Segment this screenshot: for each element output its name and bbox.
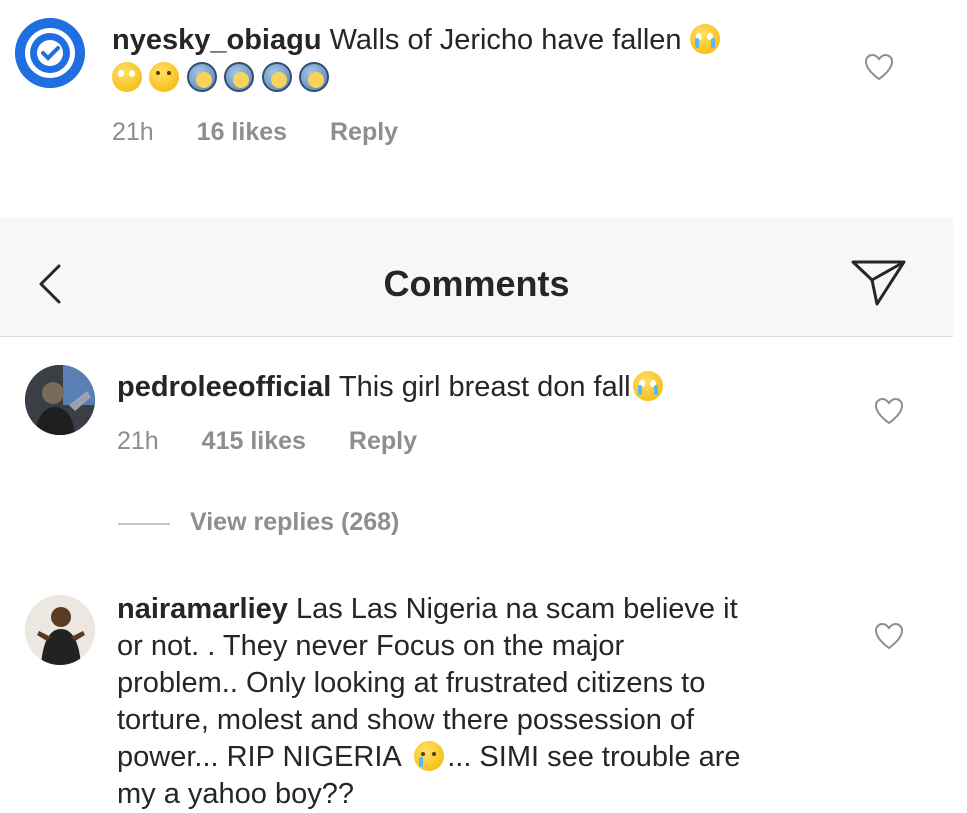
verified-badge-icon <box>15 18 85 88</box>
comment-time: 21h <box>112 118 154 146</box>
person-bowing-emoji-icon <box>299 62 330 92</box>
reply-button[interactable]: Reply <box>330 118 398 146</box>
comment-text-line: problem.. Only looking at frustrated cit… <box>117 667 706 699</box>
comment-body: pedroleeofficial This girl breast don fa… <box>117 369 837 406</box>
crying-emoji-icon <box>632 371 663 401</box>
like-heart-icon[interactable] <box>874 397 904 425</box>
avatar-photo <box>25 595 95 665</box>
avatar[interactable] <box>25 365 95 435</box>
comment-likes[interactable]: 16 likes <box>197 118 287 146</box>
thinking-emoji-icon <box>149 62 180 92</box>
comment-text: Walls of Jericho have fallen <box>329 24 682 56</box>
person-bowing-emoji-icon <box>186 62 217 92</box>
comment-likes[interactable]: 415 likes <box>202 427 306 455</box>
paper-plane-icon[interactable] <box>848 258 908 308</box>
comment-text-line: Las Las Nigeria na scam believe it <box>295 593 738 625</box>
crying-emoji-icon <box>689 24 720 54</box>
comment-text-line: power... RIP NIGERIA <box>117 741 401 773</box>
like-heart-icon[interactable] <box>874 622 904 650</box>
like-heart-icon[interactable] <box>864 53 894 81</box>
reply-button[interactable]: Reply <box>349 427 417 455</box>
avatar[interactable] <box>25 595 95 665</box>
comment-username[interactable]: pedroleeofficial <box>117 371 331 403</box>
comment-text-line: torture, molest and show there possessio… <box>117 704 695 736</box>
replies-divider <box>118 523 170 525</box>
comment-text-line: ... SIMI see trouble are <box>447 741 741 773</box>
comment-text: This girl breast don fall <box>338 371 631 403</box>
view-replies-button[interactable]: View replies (268) <box>190 508 399 537</box>
avatar-photo <box>25 365 95 435</box>
page-title: Comments <box>383 263 570 304</box>
comment-username[interactable]: nyesky_obiagu <box>112 24 322 56</box>
eye-roll-emoji-icon <box>112 62 142 92</box>
comment-text-line: my a yahoo boy?? <box>117 778 354 810</box>
comment-text-line: or not. . They never Focus on the major <box>117 630 625 662</box>
comment-username[interactable]: nairamarliey <box>117 593 288 625</box>
person-bowing-emoji-icon <box>261 62 292 92</box>
comment-meta: 21h 415 likes Reply <box>117 427 417 456</box>
comment-time: 21h <box>117 427 159 455</box>
comment-body: nyesky_obiagu Walls of Jericho have fall… <box>112 22 812 59</box>
comment-meta: 21h 16 likes Reply <box>112 118 398 147</box>
avatar[interactable] <box>15 18 85 88</box>
emoji-row <box>112 62 332 92</box>
person-bowing-emoji-icon <box>224 62 255 92</box>
comment-body: nairamarliey Las Las Nigeria na scam bel… <box>117 591 877 813</box>
sad-tear-emoji-icon <box>414 741 445 771</box>
